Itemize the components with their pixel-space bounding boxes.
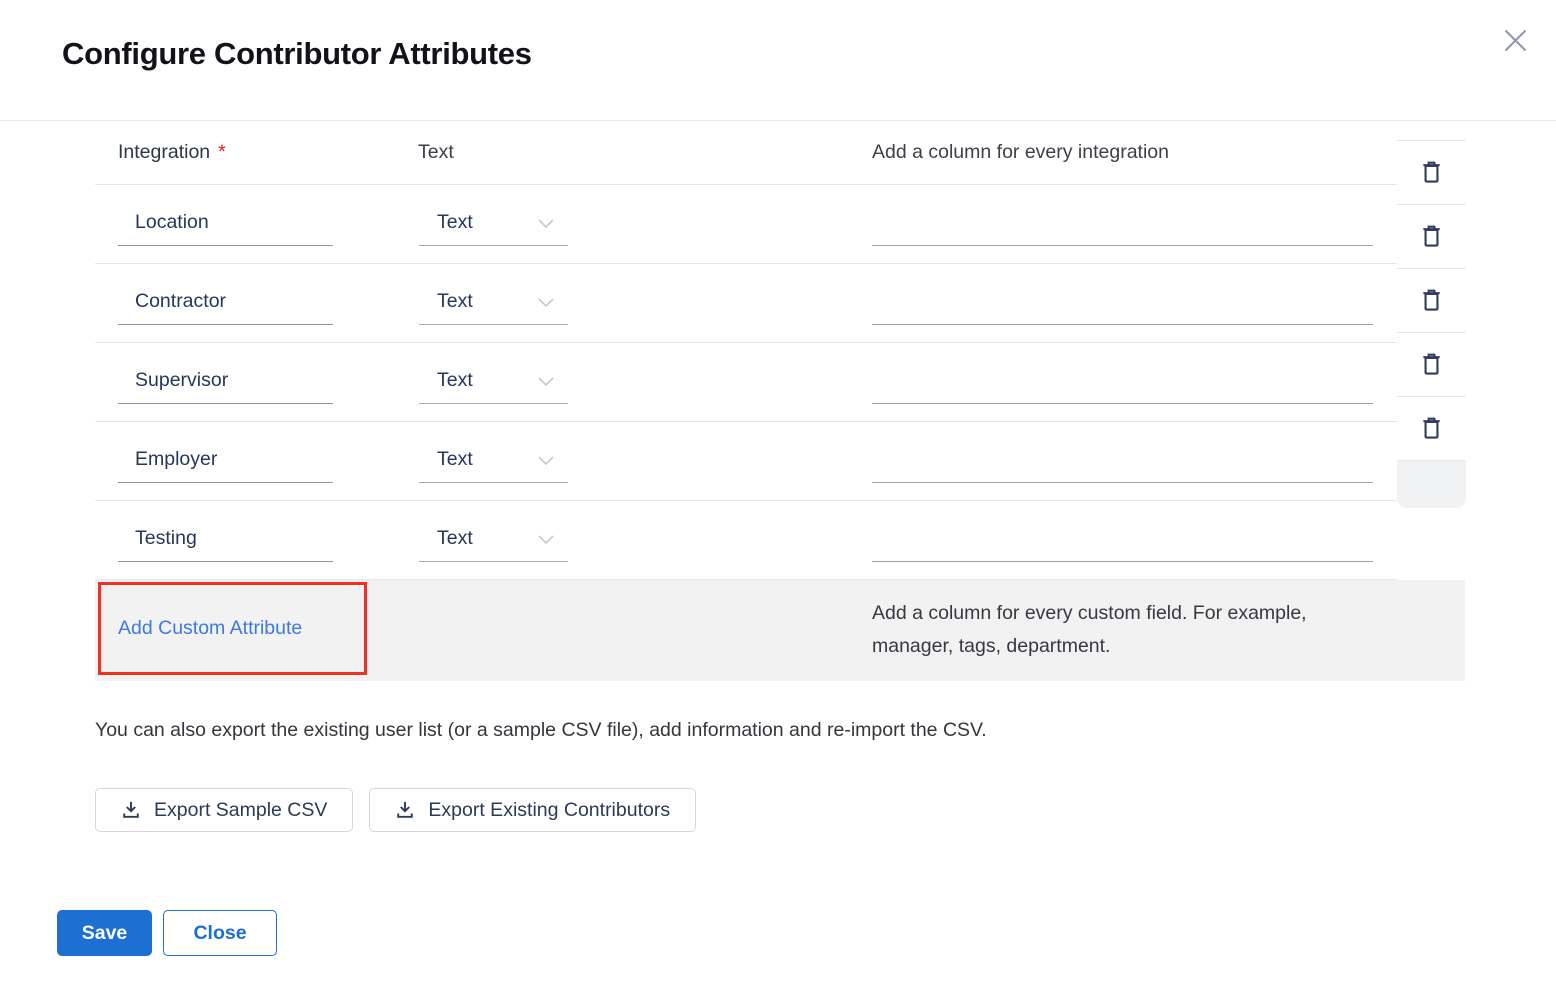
attribute-name-input[interactable] — [118, 515, 333, 562]
attribute-column-input[interactable] — [872, 278, 1373, 325]
export-sample-csv-label: Export Sample CSV — [154, 799, 327, 822]
chevron-down-icon — [538, 456, 554, 465]
attribute-name-input[interactable] — [118, 436, 333, 483]
chevron-down-icon — [538, 298, 554, 307]
table-row-contractor: Text — [95, 264, 1397, 343]
trash-icon — [1420, 160, 1443, 185]
save-button[interactable]: Save — [57, 910, 152, 956]
integration-description: Add a column for every integration — [872, 120, 1169, 184]
attribute-column-input[interactable] — [872, 436, 1373, 483]
attribute-column-input[interactable] — [872, 357, 1373, 404]
add-custom-attribute-row: Add Custom Attribute Add a column for ev… — [95, 580, 1465, 681]
delete-attribute-button[interactable] — [1397, 332, 1466, 396]
export-note: You can also export the existing user li… — [95, 719, 987, 742]
attribute-type-dropdown[interactable]: Text — [419, 199, 568, 246]
download-icon — [395, 800, 415, 820]
delete-attribute-button[interactable] — [1397, 204, 1466, 268]
attribute-type-value: Text — [437, 290, 473, 313]
trash-icon — [1420, 224, 1443, 249]
export-sample-csv-button[interactable]: Export Sample CSV — [95, 788, 353, 832]
delete-attribute-button[interactable] — [1397, 268, 1466, 332]
attributes-table: Integration * Text Add a column for ever… — [95, 120, 1465, 681]
chevron-down-icon — [538, 535, 554, 544]
integration-type-label: Text — [418, 120, 454, 184]
trash-icon — [1420, 416, 1443, 441]
attribute-type-value: Text — [437, 369, 473, 392]
attribute-name-input[interactable] — [118, 357, 333, 404]
attribute-type-dropdown[interactable]: Text — [419, 436, 568, 483]
add-custom-attribute-link[interactable]: Add Custom Attribute — [118, 617, 302, 640]
close-icon[interactable] — [1504, 29, 1527, 52]
attribute-column-input[interactable] — [872, 515, 1373, 562]
trash-icon — [1420, 352, 1443, 377]
attribute-type-value: Text — [437, 448, 473, 471]
table-row-supervisor: Text — [95, 343, 1397, 422]
integration-label: Integration — [118, 141, 210, 164]
configure-contributor-attributes-dialog: Configure Contributor Attributes Integra… — [0, 0, 1556, 996]
chevron-down-icon — [538, 377, 554, 386]
attribute-name-input[interactable] — [118, 278, 333, 325]
add-custom-attribute-highlight: Add Custom Attribute — [98, 582, 367, 675]
attribute-type-value: Text — [437, 211, 473, 234]
chevron-down-icon — [538, 219, 554, 228]
attribute-type-dropdown[interactable]: Text — [419, 357, 568, 404]
table-row-location: Text — [95, 185, 1397, 264]
export-buttons: Export Sample CSV Export Existing Contri… — [95, 788, 696, 832]
attribute-column-input[interactable] — [872, 199, 1373, 246]
trash-icon — [1420, 288, 1443, 313]
attribute-type-value: Text — [437, 527, 473, 550]
attribute-name-input[interactable] — [118, 199, 333, 246]
attribute-type-dropdown[interactable]: Text — [419, 515, 568, 562]
delete-attribute-button[interactable] — [1397, 140, 1466, 204]
custom-attribute-description: Add a column for every custom field. For… — [872, 597, 1387, 663]
dialog-title: Configure Contributor Attributes — [62, 36, 532, 72]
table-row-integration: Integration * Text Add a column for ever… — [95, 120, 1397, 185]
required-asterisk: * — [218, 141, 226, 164]
delete-buttons-column — [1397, 140, 1466, 508]
integration-name-cell: Integration * — [118, 120, 226, 184]
export-existing-contributors-button[interactable]: Export Existing Contributors — [369, 788, 696, 832]
delete-attribute-button[interactable] — [1397, 396, 1466, 460]
close-button[interactable]: Close — [163, 910, 277, 956]
delete-column-empty-cell — [1397, 460, 1466, 508]
attribute-type-dropdown[interactable]: Text — [419, 278, 568, 325]
table-row-employer: Text — [95, 422, 1397, 501]
table-row-testing: Text — [95, 501, 1397, 580]
download-icon — [121, 800, 141, 820]
export-existing-contributors-label: Export Existing Contributors — [428, 799, 670, 822]
